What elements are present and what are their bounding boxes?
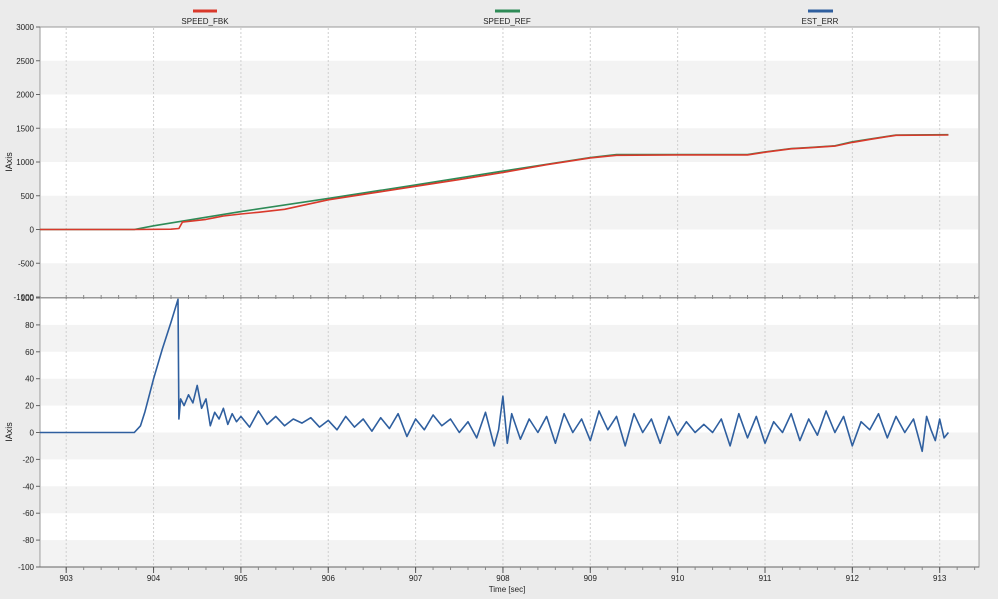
error-y-tick-label: 0 xyxy=(30,429,35,438)
speed-y-tick-label: 1500 xyxy=(16,124,34,133)
x-tick-label: 908 xyxy=(496,574,510,583)
error-y-tick-label: -60 xyxy=(22,509,34,518)
speed-y-axis-label: IAxis xyxy=(4,152,14,172)
x-axis-label: Time [sec] xyxy=(489,585,526,594)
error-y-tick-label: 40 xyxy=(25,375,34,384)
error-band xyxy=(41,432,978,460)
speed-plot-panel: 300025002000150010005000-500-1000 IAxis xyxy=(4,23,980,302)
x-tick-label: 912 xyxy=(846,574,860,583)
error-y-tick-label: -100 xyxy=(18,563,35,572)
x-tick-label: 904 xyxy=(147,574,161,583)
legend-label-est-err: EST_ERR xyxy=(802,17,839,26)
error-band xyxy=(41,540,978,567)
speed-y-tick-label: 2500 xyxy=(16,57,34,66)
error-y-tick-label: 100 xyxy=(21,294,35,303)
error-y-tick-label: 80 xyxy=(25,321,34,330)
error-y-tick-label: 60 xyxy=(25,348,34,357)
error-y-tick-label: -80 xyxy=(22,536,34,545)
legend-label-speed-ref: SPEED_REF xyxy=(483,17,531,26)
x-tick-label: 911 xyxy=(759,574,772,583)
x-tick-label: 907 xyxy=(409,574,423,583)
speed-y-tick-label: 2000 xyxy=(16,91,34,100)
x-tick-label: 909 xyxy=(584,574,598,583)
error-plot-panel: 100 80 60 40 20 0 -20 -40 -60 -80 -100 IAxis xyxy=(4,294,980,572)
speed-y-tick-label: 3000 xyxy=(16,23,34,32)
speed-y-tick-label: 1000 xyxy=(16,158,34,167)
x-tick-label: 913 xyxy=(933,574,947,583)
error-y-tick-label: -40 xyxy=(22,482,34,491)
x-tick-label: 903 xyxy=(60,574,74,583)
oscilloscope-chart: SPEED_FBK SPEED_REF EST_ERR 300025002000… xyxy=(0,0,998,599)
error-band xyxy=(41,324,978,352)
x-tick-label: 905 xyxy=(234,574,248,583)
legend-label-speed-fbk: SPEED_FBK xyxy=(181,17,229,26)
speed-y-tick-label: 0 xyxy=(30,226,35,235)
error-band xyxy=(41,486,978,514)
error-y-axis-label: IAxis xyxy=(4,422,14,442)
error-y-tick-label: -20 xyxy=(22,455,34,464)
speed-y-tick-label: -500 xyxy=(18,259,35,268)
error-y-tick-label: 20 xyxy=(25,402,34,411)
x-tick-label: 910 xyxy=(671,574,685,583)
speed-band xyxy=(41,60,978,95)
x-tick-label: 906 xyxy=(322,574,336,583)
speed-y-tick-label: 500 xyxy=(21,192,35,201)
speed-band xyxy=(41,263,978,297)
